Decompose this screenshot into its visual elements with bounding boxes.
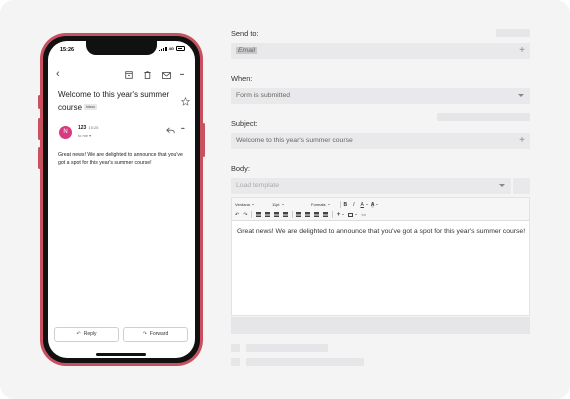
sender: 123 15:25 [78,125,98,131]
font-size-value: 11pt [272,202,280,207]
insert-menu-icon[interactable]: + [337,212,345,218]
mail-icon[interactable] [162,71,171,79]
message-more-icon[interactable]: ••• [181,126,185,131]
canvas: 15:26 4G ‹ ••• Welcome to this year's su… [0,0,570,399]
add-field-icon[interactable]: + [519,133,525,149]
delete-icon[interactable] [144,71,151,79]
align-right-icon[interactable] [273,212,279,217]
sent-time: 15:25 [88,125,99,130]
toolbar-separator [340,201,341,208]
forward-button[interactable]: ↷ Forward [123,327,188,342]
font-size-dropdown[interactable]: 11pt [272,202,308,207]
subject-value: Welcome to this year's summer course [236,137,353,144]
mail-body: Great news! We are delighted to announce… [58,152,183,166]
align-left-icon[interactable] [255,212,261,217]
load-template-placeholder: Load template [236,182,280,189]
archive-icon[interactable] [125,71,133,79]
mail-subject-text: Welcome to this year's summer course [58,90,170,112]
bullet-list-icon[interactable] [296,212,302,217]
add-recipient-icon[interactable]: + [519,43,525,59]
reply-label: Reply [83,331,97,337]
sender-name: 123 [78,125,87,131]
code-view-icon[interactable]: <> [361,212,366,217]
align-center-icon[interactable] [264,212,270,217]
load-template-select[interactable]: Load template [231,178,511,194]
align-justify-icon[interactable] [282,212,288,217]
rich-text-editor[interactable]: Verdana 11pt Formats B I A A ↶ ↷ + <> Gr… [231,197,530,316]
chevron-down-icon [499,184,505,187]
bold-button[interactable]: B [344,202,348,208]
editor-content[interactable]: Great news! We are delighted to announce… [237,227,527,236]
placeholder-bar [437,113,530,121]
body-label: Body: [231,164,250,173]
forward-label: Forward [149,331,169,337]
more-icon[interactable]: ••• [180,70,184,80]
undo-icon[interactable]: ↶ [235,212,239,218]
recipient-toggle[interactable]: to me ▾ [78,133,91,138]
forward-icon: ↷ [142,331,147,337]
subject-field[interactable]: Welcome to this year's summer course + [231,133,530,149]
when-value: Form is submitted [236,92,291,99]
send-to-field[interactable]: Email + [231,43,530,59]
signal-icon [158,46,167,51]
when-select[interactable]: Form is submitted [231,88,530,104]
reply-button[interactable]: ↶ Reply [54,327,119,342]
mail-toolbar: ‹ ••• [48,69,195,80]
background-color-button[interactable]: A [370,201,379,208]
reply-icon: ↶ [76,331,81,337]
redo-icon[interactable]: ↷ [243,212,247,218]
indent-icon[interactable] [323,212,329,217]
toolbar-separator [332,211,333,218]
chevron-down-icon [518,94,524,97]
back-icon[interactable]: ‹ [56,69,60,80]
subject-label: Subject: [231,119,258,128]
editor-toolbar: Verdana 11pt Formats B I A A ↶ ↷ + <> [232,198,529,221]
italic-button[interactable]: I [353,202,354,208]
placeholder-bar [246,344,328,352]
email-chip[interactable]: Email [236,47,257,54]
phone-bezel: 15:26 4G ‹ ••• Welcome to this year's su… [43,36,200,363]
reply-icon[interactable] [166,127,175,134]
font-color-label: A [360,201,364,208]
toolbar-row-1: Verdana 11pt Formats B I A A [235,200,379,209]
avatar: N [59,126,72,139]
placeholder-bar [246,358,364,366]
font-family-dropdown[interactable]: Verdana [235,202,269,207]
editor-status-bar [231,317,530,334]
template-action-button[interactable] [513,178,530,194]
star-icon[interactable] [181,97,190,106]
when-label: When: [231,74,253,83]
formats-dropdown[interactable]: Formats [311,202,337,207]
table-icon[interactable] [348,212,358,217]
font-family-value: Verdana [235,202,250,207]
numbered-list-icon[interactable] [305,212,311,217]
toolbar-row-2: ↶ ↷ + <> [235,210,366,219]
background-color-label: A [370,201,375,208]
status-time: 15:26 [60,47,75,53]
mail-subject: Welcome to this year's summer course Inb… [58,89,176,114]
placeholder-bar [231,358,240,366]
placeholder-bar [496,29,530,37]
phone-notch [86,41,157,55]
phone-screen: 15:26 4G ‹ ••• Welcome to this year's su… [48,41,195,358]
network-label: 4G [168,46,174,51]
home-indicator [96,353,146,356]
formats-label: Formats [311,202,326,207]
inbox-tag[interactable]: Inbox [84,104,98,111]
font-color-button[interactable]: A [361,202,368,208]
toolbar-separator [291,211,293,218]
phone-preview: 15:26 4G ‹ ••• Welcome to this year's su… [40,33,203,366]
status-icons: 4G [158,46,185,51]
toolbar-separator [251,211,252,218]
placeholder-bar [231,344,240,352]
outdent-icon[interactable] [314,212,320,217]
send-to-label: Send to: [231,29,259,38]
battery-icon [176,46,185,51]
